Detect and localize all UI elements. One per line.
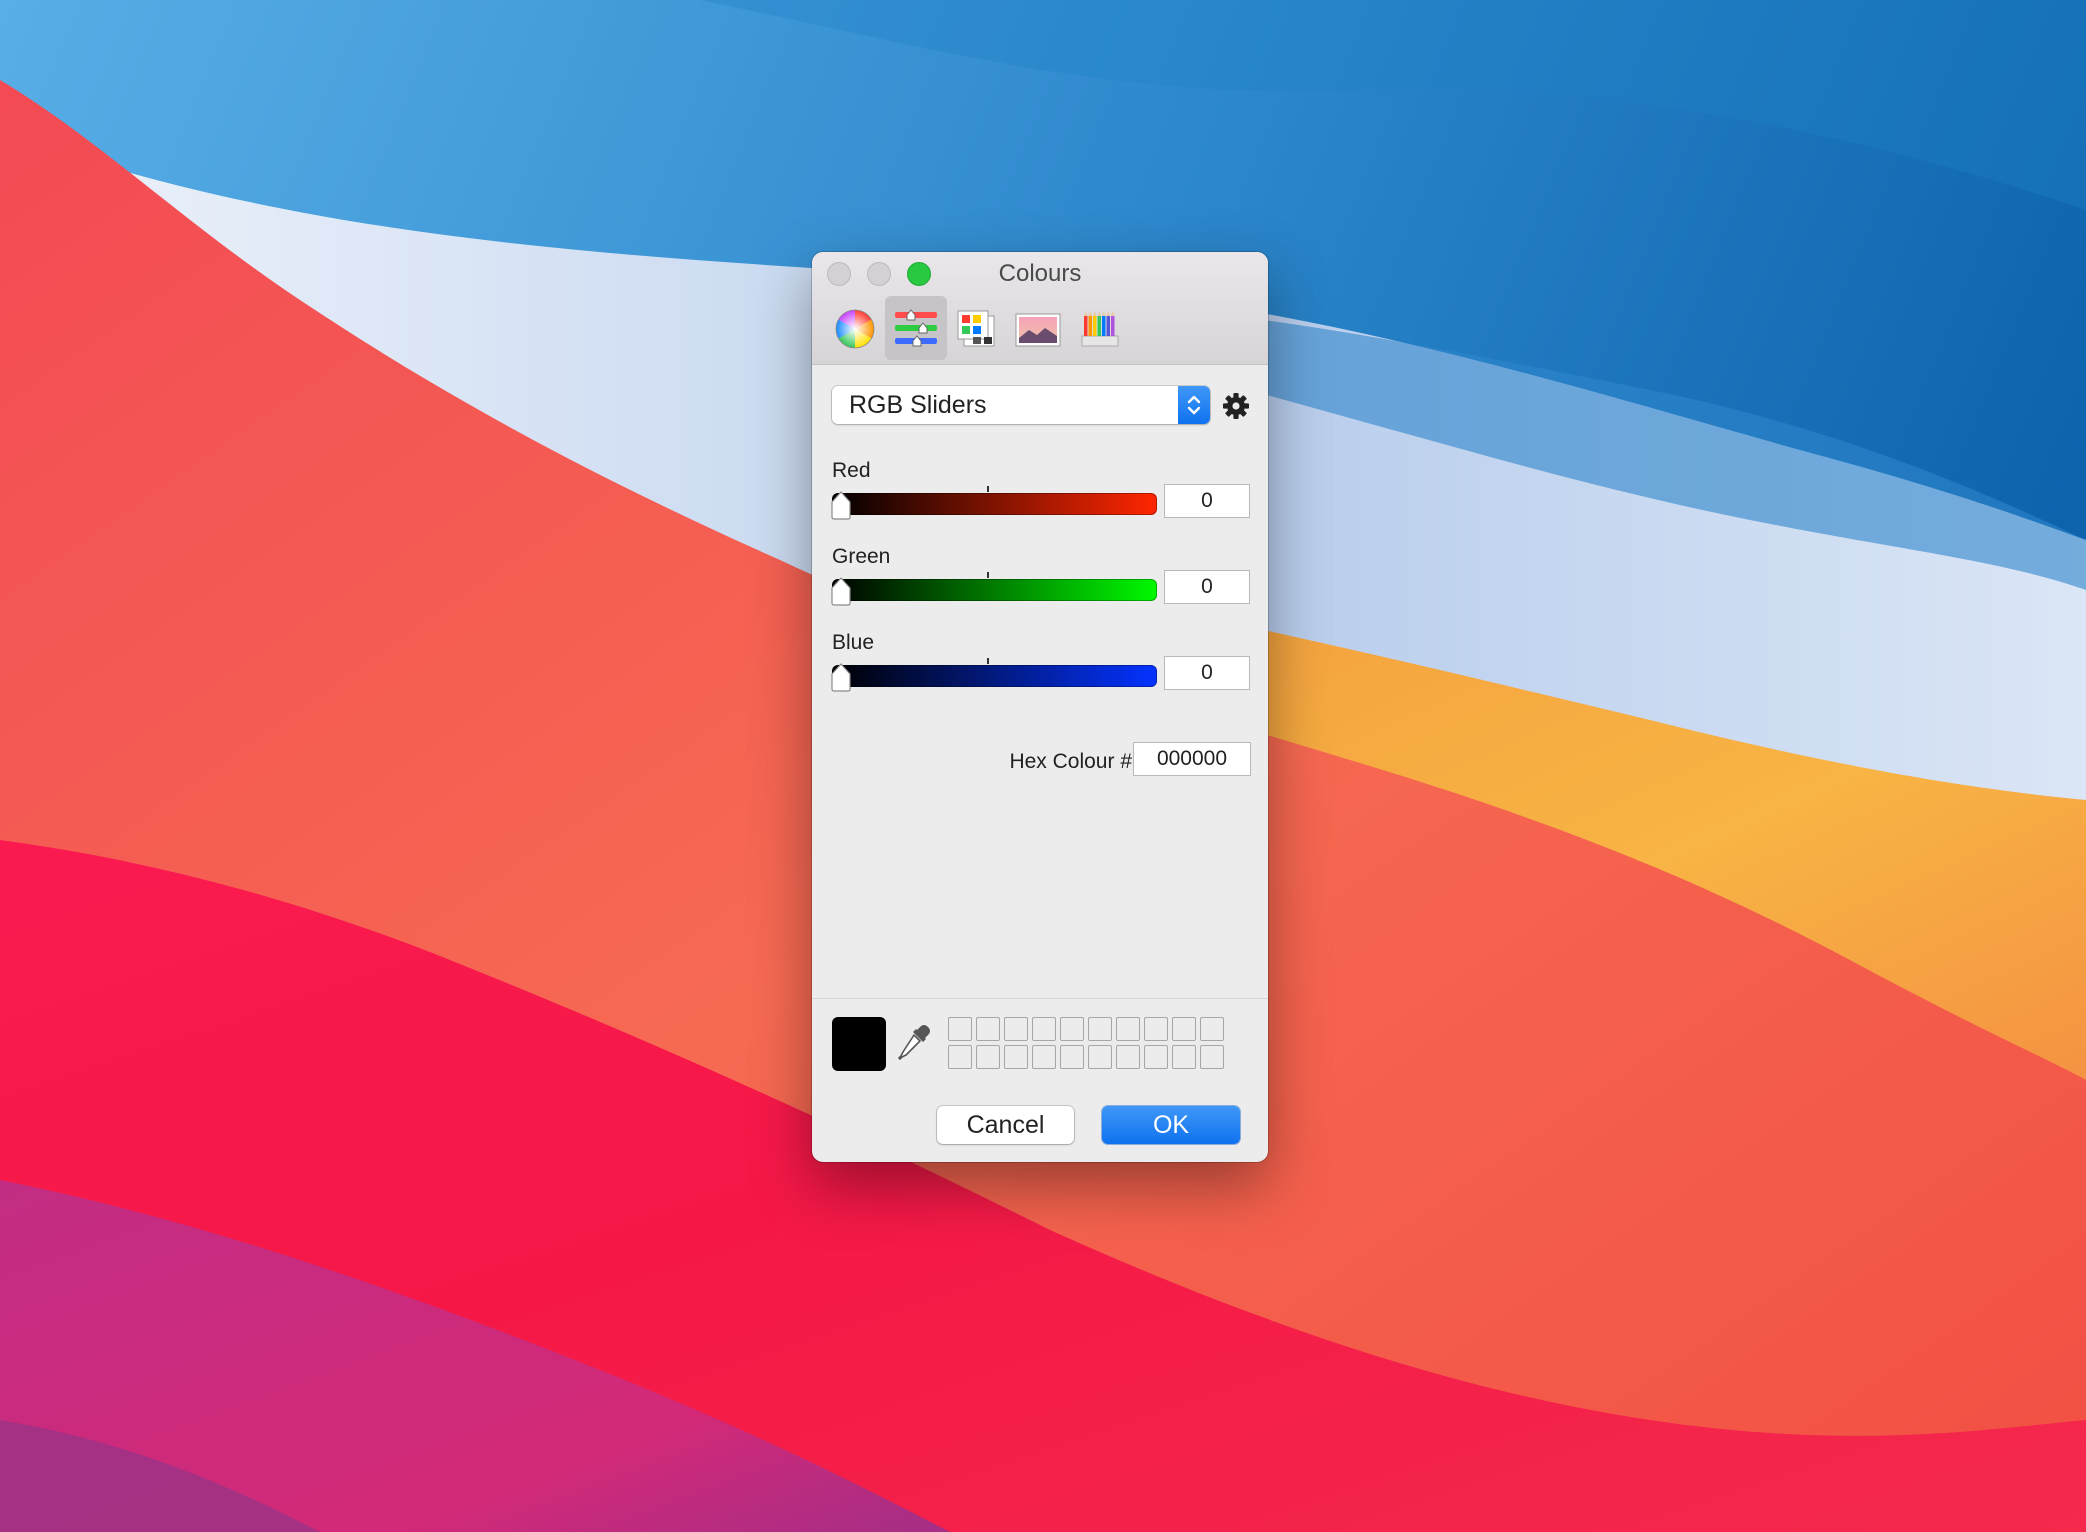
hex-colour-label: Hex Colour # xyxy=(1009,750,1132,773)
colour-swatch-empty[interactable] xyxy=(1060,1045,1084,1069)
tab-colour-palettes[interactable] xyxy=(946,296,1008,360)
colour-swatch-empty[interactable] xyxy=(1004,1045,1028,1069)
green-value-field[interactable]: 0 xyxy=(1164,570,1250,604)
colour-palettes-icon xyxy=(957,310,995,347)
red-slider-tick xyxy=(987,486,989,492)
colour-swatches xyxy=(948,1017,1228,1071)
cancel-button[interactable]: Cancel xyxy=(937,1106,1074,1144)
colour-swatch-empty[interactable] xyxy=(1144,1017,1168,1041)
colour-swatch-empty[interactable] xyxy=(948,1045,972,1069)
colour-swatch-empty[interactable] xyxy=(1144,1045,1168,1069)
colour-swatch-empty[interactable] xyxy=(1032,1017,1056,1041)
blue-slider-label: Blue xyxy=(832,631,875,654)
colour-swatch-empty[interactable] xyxy=(1032,1045,1056,1069)
colour-swatch-empty[interactable] xyxy=(1172,1045,1196,1069)
ok-button[interactable]: OK xyxy=(1102,1106,1240,1144)
red-slider-thumb[interactable] xyxy=(830,490,852,520)
desktop: Colours RGB Sliders Red 0 Green 0 Blue 0… xyxy=(0,0,2086,1532)
blue-slider-track[interactable] xyxy=(832,665,1157,687)
gear-icon[interactable] xyxy=(1222,392,1250,420)
blue-slider-tick xyxy=(987,658,989,664)
blue-slider-thumb[interactable] xyxy=(830,662,852,692)
colour-swatch-empty[interactable] xyxy=(1004,1017,1028,1041)
colour-sliders-icon xyxy=(895,309,937,347)
colour-swatch-empty[interactable] xyxy=(1116,1017,1140,1041)
colour-swatch-empty[interactable] xyxy=(1088,1017,1112,1041)
green-slider-label: Green xyxy=(832,545,891,568)
colour-swatch-empty[interactable] xyxy=(1200,1017,1224,1041)
green-slider-thumb[interactable] xyxy=(830,576,852,606)
colour-mode-selected: RGB Sliders xyxy=(849,391,987,419)
red-slider-label: Red xyxy=(832,459,871,482)
green-slider-track[interactable] xyxy=(832,579,1157,601)
popup-arrows-icon xyxy=(1178,386,1210,424)
colour-swatch-empty[interactable] xyxy=(976,1045,1000,1069)
current-colour-well[interactable] xyxy=(832,1017,886,1071)
colour-wheel-icon xyxy=(835,309,875,349)
colour-swatch-empty[interactable] xyxy=(948,1017,972,1041)
blue-value-field[interactable]: 0 xyxy=(1164,656,1250,690)
red-slider-track[interactable] xyxy=(832,493,1157,515)
pencils-icon xyxy=(1081,311,1119,347)
colour-swatch-empty[interactable] xyxy=(1116,1045,1140,1069)
eyedropper-icon[interactable] xyxy=(898,1023,932,1063)
colours-panel-window: Colours RGB Sliders Red 0 Green 0 Blue 0… xyxy=(812,252,1268,1162)
hex-colour-field[interactable]: 000000 xyxy=(1133,742,1251,776)
tab-colour-wheel[interactable] xyxy=(824,296,886,360)
red-value-field[interactable]: 0 xyxy=(1164,484,1250,518)
divider xyxy=(812,998,1268,999)
colour-mode-popup[interactable]: RGB Sliders xyxy=(832,386,1210,424)
colour-swatch-empty[interactable] xyxy=(976,1017,1000,1041)
tab-pencils[interactable] xyxy=(1068,296,1130,360)
colour-swatch-empty[interactable] xyxy=(1200,1045,1224,1069)
window-titlebar: Colours xyxy=(812,252,1268,365)
green-slider-tick xyxy=(987,572,989,578)
colour-swatch-empty[interactable] xyxy=(1060,1017,1084,1041)
tab-image-palettes[interactable] xyxy=(1007,296,1069,360)
tab-colour-sliders[interactable] xyxy=(885,296,947,360)
colour-swatch-empty[interactable] xyxy=(1088,1045,1112,1069)
colour-swatch-empty[interactable] xyxy=(1172,1017,1196,1041)
image-palettes-icon xyxy=(1015,313,1061,347)
window-title: Colours xyxy=(998,260,1082,287)
